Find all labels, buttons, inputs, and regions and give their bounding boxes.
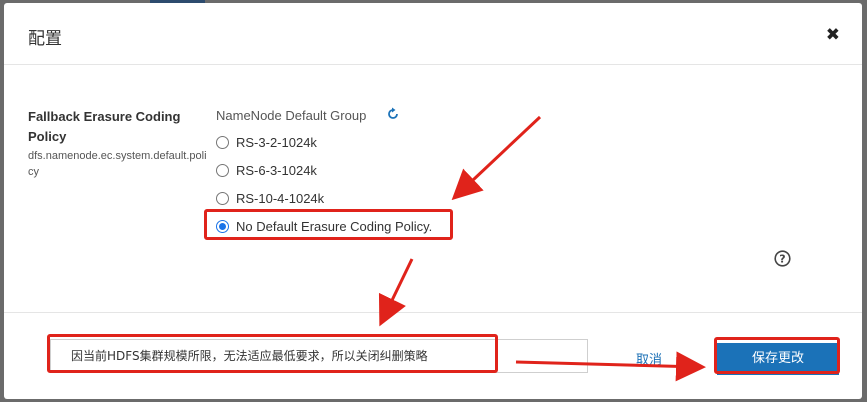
option-label: RS-10-4-1024k	[236, 190, 325, 206]
radio-button[interactable]	[216, 191, 229, 205]
config-group-label: NameNode Default Group	[216, 108, 367, 123]
svg-text:?: ?	[779, 253, 785, 266]
property-display-name: Fallback Erasure Coding Policy	[28, 109, 181, 144]
annotation-highlight-save	[714, 337, 840, 374]
option-rs-3-2-1024k[interactable]: RS-3-2-1024k	[216, 132, 317, 152]
option-label: RS-3-2-1024k	[236, 134, 317, 150]
dialog-title: 配置	[28, 29, 62, 49]
option-rs-10-4-1024k[interactable]: RS-10-4-1024k	[216, 188, 324, 208]
option-rs-6-3-1024k[interactable]: RS-6-3-1024k	[216, 160, 317, 180]
annotation-highlight-note	[47, 334, 498, 373]
close-icon[interactable]: ✖	[826, 27, 840, 44]
radio-button[interactable]	[216, 135, 229, 149]
cancel-button[interactable]: 取消	[636, 349, 662, 368]
dialog-header: 配置 ✖	[4, 3, 862, 65]
help-icon[interactable]: ?	[774, 250, 791, 267]
option-label: RS-6-3-1024k	[236, 162, 317, 178]
property-key: dfs.namenode.ec.system.default.policy	[28, 150, 207, 178]
radio-button[interactable]	[216, 163, 229, 177]
annotation-highlight-option	[204, 209, 453, 240]
refresh-icon[interactable]	[386, 107, 400, 121]
